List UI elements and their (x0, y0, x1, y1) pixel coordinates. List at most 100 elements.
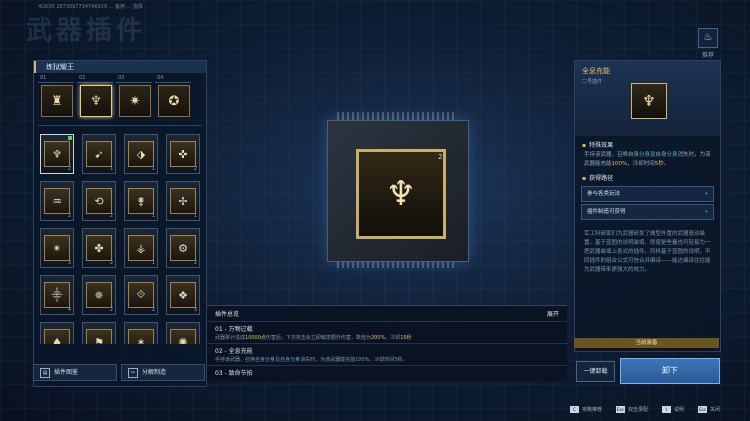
item-count: 2 (109, 307, 113, 313)
key-icon: C (569, 406, 579, 413)
plugin-icon: ♜ (41, 85, 73, 117)
plugin-icon: ⟐ (128, 282, 154, 308)
item-count: 1 (109, 166, 113, 172)
overview-header: 插件总览 展开 (207, 306, 567, 321)
inventory-item[interactable]: ⚵ 1 (124, 181, 158, 221)
inventory-item[interactable]: ♠ (40, 322, 74, 344)
inventory-item[interactable]: ✴ 3 (40, 228, 74, 268)
dismantle-button[interactable]: ✂ 分解制造 (121, 364, 205, 381)
gallery-icon: ▤ (40, 367, 50, 378)
item-count: 2 (193, 260, 197, 266)
unequip-button[interactable]: 卸下 (620, 358, 720, 384)
dismantle-icon: ✂ (128, 367, 138, 378)
item-count: 2 (109, 260, 113, 266)
inventory-item[interactable]: ✵ 2 (82, 275, 116, 315)
overview-entry: 03 - 致命节拍 (207, 365, 567, 379)
top-info: 4G630 2873097734746929 ... 备用 ... 指挥 (38, 4, 143, 10)
inventory-item[interactable]: ✤ 2 (82, 228, 116, 268)
slot-04[interactable]: 04 ✪ (155, 75, 191, 117)
hotkey-info[interactable]: I 说明 (661, 406, 684, 413)
plugin-icon: ♆ (80, 85, 112, 117)
hotkey-double-click[interactable]: Esc 双击录配 (615, 406, 648, 413)
entry-title: 02 - 全息充能 (215, 348, 253, 355)
plugin-icon: ♒ (44, 188, 70, 214)
plugin-overview: 插件总览 展开 01 - 万物过载 武器累计造成10000点伤害后，下次攻击会立… (207, 305, 567, 381)
inventory-item[interactable]: ⟲ 2 (82, 181, 116, 221)
plugin-icon: ✵ (86, 282, 112, 308)
plugin-icon: ⚑ (86, 329, 112, 344)
selected-plugin-chip: ♆ 2 (327, 120, 469, 262)
double-chevron-icon: » (704, 209, 708, 215)
plugin-icon: ⟲ (86, 188, 112, 214)
equipped-badge: 当前装备 (574, 338, 719, 348)
slot-02[interactable]: 02 ♆ (77, 75, 113, 117)
overview-entry: 02 - 全息充能 手持该武器，召唤自身分身及自身分身消失时，为该武器能充能10… (207, 343, 567, 365)
flame-icon: ♨ (698, 28, 718, 48)
unload-all-button[interactable]: 一键卸载 (576, 361, 615, 382)
inventory-item[interactable]: ♒ 2 (40, 181, 74, 221)
item-count: 3 (67, 260, 71, 266)
recommend-label: 推荐 (701, 52, 714, 59)
dismantle-label: 分解制造 (142, 369, 167, 376)
item-count: 1 (151, 213, 155, 219)
inventory-item[interactable]: ✜ 2 (166, 134, 200, 174)
acquire-route-2[interactable]: 插件制造可获得 » (581, 204, 714, 220)
plugin-icon: ✜ (170, 141, 196, 167)
inventory-item[interactable]: ✢ 1 (166, 181, 200, 221)
item-count: 1 (151, 260, 155, 266)
plugin-panel: 炼狱耀王 01 ♜ 02 ♆ 03 ✷ 04 ✪ ♆ 2 ➹ 1 ⬗ 1 ✜ 2 ♒ 2 ⟲ 2 ⚵… (33, 60, 207, 387)
recommend-button[interactable]: ♨ 推荐 (697, 28, 719, 59)
inventory-item[interactable]: ⟐ 2 (124, 275, 158, 315)
route-label: 插件制造可获得 (587, 209, 626, 215)
inventory-item[interactable]: ⸎ 4 (40, 275, 74, 315)
inventory-item[interactable]: ⚙ 2 (166, 228, 200, 268)
inventory-item[interactable]: ⚶ 1 (124, 228, 158, 268)
item-count: 2 (151, 307, 155, 313)
equipped-dot (68, 136, 72, 140)
hotkey-close[interactable]: Esc 关闭 (697, 406, 720, 413)
item-count: 1 (151, 166, 155, 172)
expand-toggle[interactable]: 展开 (547, 309, 559, 318)
hotkey-guide[interactable]: C 攻略推荐 (569, 406, 602, 413)
plugin-icon: ✷ (119, 85, 151, 117)
inventory-item[interactable]: ⬗ 1 (124, 134, 158, 174)
inventory-item[interactable]: ❖ 3 (166, 275, 200, 315)
plugin-icon: ⚙ (170, 235, 196, 261)
key-icon: I (661, 406, 671, 413)
detail-header: 全息充能 二号插件 ♆ (575, 61, 720, 136)
slot-number: 04 (155, 75, 191, 83)
overview-title: 插件总览 (215, 311, 240, 318)
key-icon: Esc (697, 406, 707, 413)
slot-row: 01 ♜ 02 ♆ 03 ✷ 04 ✪ (34, 73, 206, 119)
inventory-item[interactable]: ✺ (166, 322, 200, 344)
slot-01[interactable]: 01 ♜ (38, 75, 74, 117)
plugin-icon: ➹ (86, 141, 112, 167)
route-label: 参与各类玩法 (587, 191, 621, 197)
inventory-item[interactable]: ➹ 1 (82, 134, 116, 174)
plugin-emblem: ♆ (356, 149, 446, 239)
slot-03[interactable]: 03 ✷ (116, 75, 152, 117)
acquire-route-1[interactable]: 参与各类玩法 » (581, 186, 714, 202)
entry-title: 01 - 万物过载 (215, 326, 253, 333)
effect-heading: 特殊效果 (575, 136, 720, 151)
plugin-emblem-icon: ♆ (631, 83, 667, 119)
gallery-label: 插件图鉴 (54, 369, 79, 376)
plugin-icon: ⸎ (44, 282, 70, 308)
inventory-item[interactable]: ♆ 2 (40, 134, 74, 174)
plugin-icon: ❖ (170, 282, 196, 308)
inventory-item[interactable]: ⚑ (82, 322, 116, 344)
plugin-icon: ✺ (170, 329, 196, 344)
inventory-item[interactable]: ✶ (124, 322, 158, 344)
item-count: 2 (67, 213, 71, 219)
plugin-slot-number: 2 (438, 153, 443, 161)
plugin-gallery-button[interactable]: ▤ 插件图鉴 (33, 364, 117, 381)
hotkey-bar: C 攻略推荐 Esc 双击录配 I 说明 Esc 关闭 (569, 406, 720, 413)
plugin-icon: ⬗ (128, 141, 154, 167)
key-icon: Esc (615, 406, 625, 413)
plugin-icon: ⚵ (128, 188, 154, 214)
item-count: 3 (193, 307, 197, 313)
item-count: 2 (109, 213, 113, 219)
item-count: 1 (193, 213, 197, 219)
plugin-detail-panel: 全息充能 二号插件 ♆ 特殊效果 手持该武器，召唤自身分身及自身分身消失时，为该… (574, 60, 721, 352)
item-count: 4 (67, 307, 71, 313)
